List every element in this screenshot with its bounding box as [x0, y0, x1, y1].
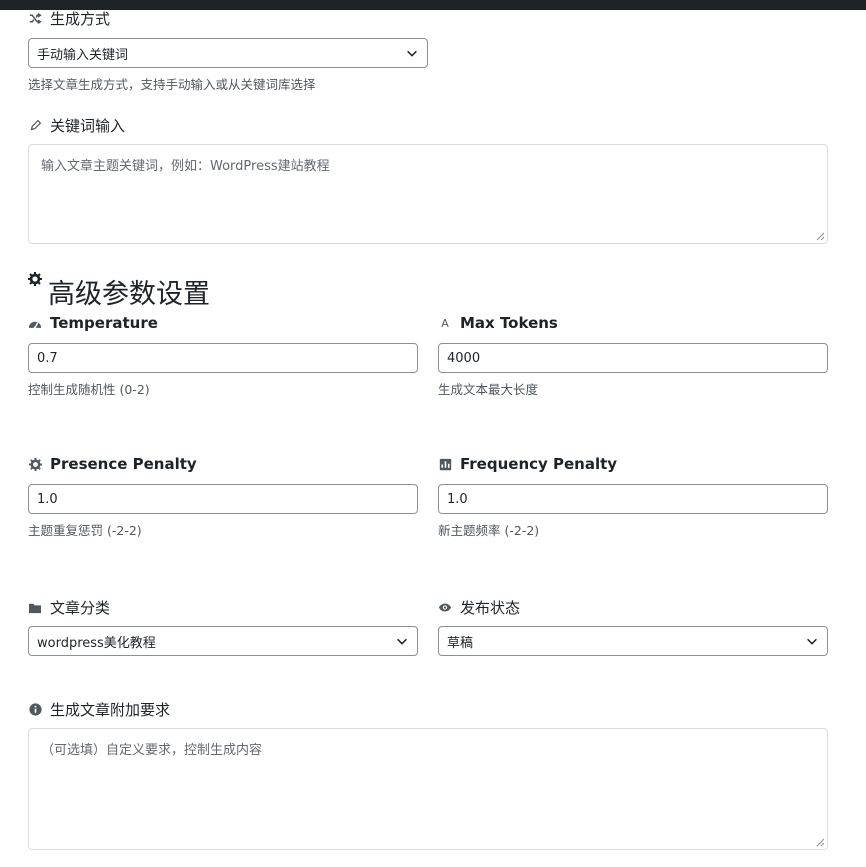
frequency-penalty-help: 新主题频率 (-2-2) [438, 523, 540, 538]
temperature-input[interactable]: 0.7 [28, 343, 418, 373]
keywords-label: 关键词输入 [28, 115, 125, 136]
temperature-help: 控制生成随机性 (0-2) [28, 382, 150, 397]
max-tokens-label: A Max Tokens [438, 314, 558, 332]
presence-penalty-help: 主题重复惩罚 (-2-2) [28, 523, 142, 538]
status-select[interactable]: 草稿 [438, 626, 828, 656]
chevron-down-icon [807, 638, 817, 645]
category-label: 文章分类 [28, 597, 110, 618]
gear-icon [28, 272, 42, 286]
folder-icon [28, 601, 42, 615]
text-icon: A [441, 316, 449, 330]
category-select[interactable]: wordpress美化教程 [28, 626, 418, 656]
shuffle-icon [28, 12, 42, 26]
dashboard-icon [28, 316, 42, 330]
extra-textarea[interactable]: （可选填）自定义要求，控制生成内容 [28, 728, 828, 850]
status-label: 发布状态 [438, 597, 520, 618]
advanced-heading: 高级参数设置 [28, 270, 210, 311]
keywords-textarea[interactable]: 输入文章主题关键词，例如：WordPress建站教程 [28, 144, 828, 244]
admin-top-bar [0, 0, 866, 10]
resize-grip-icon[interactable] [816, 232, 825, 241]
max-tokens-help: 生成文本最大长度 [438, 382, 539, 397]
presence-penalty-input[interactable]: 1.0 [28, 484, 418, 514]
frequency-penalty-label: Frequency Penalty [438, 455, 617, 473]
info-icon [28, 703, 42, 717]
temperature-label: Temperature [28, 314, 158, 332]
pencil-icon [28, 119, 42, 133]
frequency-penalty-input[interactable]: 1.0 [438, 484, 828, 514]
generation-label: 生成方式 [28, 8, 110, 29]
chart-icon [438, 457, 452, 471]
max-tokens-input[interactable]: 4000 [438, 343, 828, 373]
chevron-down-icon [397, 638, 407, 645]
generation-select[interactable]: 手动输入关键词 [28, 38, 428, 68]
generation-help: 选择文章生成方式，支持手动输入或从关键词库选择 [28, 77, 316, 92]
resize-grip-icon[interactable] [816, 838, 825, 847]
presence-penalty-label: Presence Penalty [28, 455, 197, 473]
eye-icon [438, 601, 452, 615]
gear-icon [28, 457, 42, 471]
extra-label: 生成文章附加要求 [28, 699, 170, 720]
chevron-down-icon [407, 50, 417, 57]
